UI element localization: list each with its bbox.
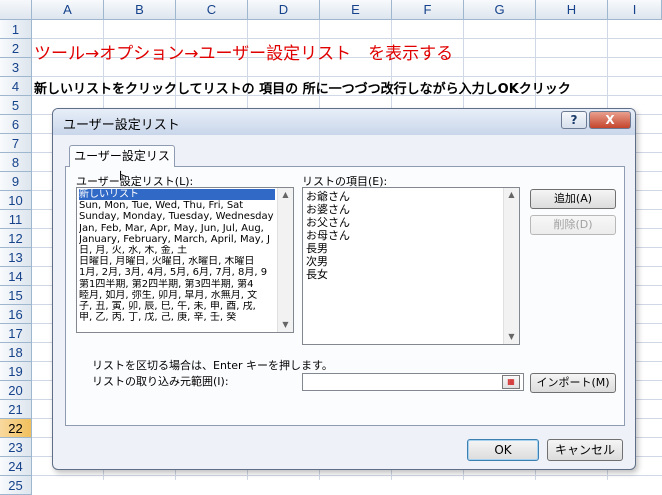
tab-panel: ユーザー設定リスト(L): リストの項目(E): 新しいリスト Sun, Mon,… — [65, 166, 625, 426]
column-header[interactable]: B — [104, 0, 176, 20]
list-item[interactable]: Sunday, Monday, Tuesday, Wednesday — [79, 211, 275, 222]
import-range-input[interactable] — [302, 373, 524, 391]
column-header[interactable]: C — [176, 0, 248, 20]
separator-hint: リストを区切る場合は、Enter キーを押します。 — [92, 359, 333, 372]
entry-line: お父さん — [306, 216, 350, 229]
entry-line: 長女 — [306, 268, 328, 281]
entries-scroll-down-arrow-icon[interactable]: ▼ — [504, 330, 519, 344]
list-entries-textarea[interactable]: お爺さん お婆さん お父さん お母さん 長男 次男 長女 ▲ ▼ — [302, 187, 520, 345]
custom-lists-listbox[interactable]: 新しいリスト Sun, Mon, Tue, Wed, Thu, Fri, Sat S… — [76, 187, 294, 333]
close-button[interactable]: X — [589, 111, 631, 129]
add-button[interactable]: 追加(A) — [530, 189, 616, 209]
row-header[interactable]: 10 — [0, 191, 32, 210]
entries-scroll-up-arrow-icon[interactable]: ▲ — [504, 188, 519, 202]
row-header[interactable]: 5 — [0, 96, 32, 115]
row-header[interactable]: 14 — [0, 267, 32, 286]
row-header[interactable]: 13 — [0, 248, 32, 267]
row-header[interactable]: 2 — [0, 39, 32, 58]
row-header[interactable]: 12 — [0, 229, 32, 248]
row-header[interactable]: 3 — [0, 58, 32, 77]
custom-lists-dialog: ユーザー設定リスト ? X ユーザー設定リスト ユーザー設定リスト(L): リス… — [52, 108, 636, 470]
column-header[interactable]: A — [32, 0, 104, 20]
column-header[interactable]: D — [248, 0, 320, 20]
row-header[interactable]: 7 — [0, 134, 32, 153]
list-item[interactable]: 日曜日, 月曜日, 火曜日, 水曜日, 木曜日 — [79, 256, 275, 267]
column-header[interactable]: G — [464, 0, 536, 20]
row-header[interactable]: 16 — [0, 305, 32, 324]
cell-a2-instruction[interactable]: ツール→オプション→ユーザー設定リスト を表示する — [34, 39, 453, 64]
list-item[interactable]: 睦月, 如月, 弥生, 卯月, 皐月, 水無月, 文 — [79, 290, 275, 301]
column-header[interactable]: F — [392, 0, 464, 20]
import-button[interactable]: インポート(M) — [530, 373, 616, 393]
row-header[interactable]: 15 — [0, 286, 32, 305]
list-item[interactable]: Sun, Mon, Tue, Wed, Thu, Fri, Sat — [79, 200, 275, 211]
ok-button[interactable]: OK — [467, 439, 539, 461]
help-button[interactable]: ? — [561, 111, 587, 129]
list-item[interactable]: 甲, 乙, 丙, 丁, 戊, 己, 庚, 辛, 壬, 癸 — [79, 312, 275, 323]
import-range-label: リストの取り込み元範囲(I): — [92, 375, 229, 388]
row-header[interactable]: 21 — [0, 400, 32, 419]
list-item[interactable]: January, February, March, April, May, J — [79, 234, 275, 245]
row-header[interactable]: 17 — [0, 324, 32, 343]
row-header[interactable]: 23 — [0, 438, 32, 457]
column-header[interactable]: H — [536, 0, 608, 20]
lists-scrollbar[interactable]: ▲ ▼ — [277, 188, 293, 332]
scroll-up-arrow-icon[interactable]: ▲ — [278, 188, 293, 202]
list-item[interactable]: Jan, Feb, Mar, Apr, May, Jun, Jul, Aug, — [79, 223, 275, 234]
entry-line: お爺さん — [306, 190, 350, 203]
select-all-corner[interactable] — [0, 0, 32, 20]
list-item[interactable]: 1月, 2月, 3月, 4月, 5月, 6月, 7月, 8月, 9 — [79, 267, 275, 278]
entry-line: 長男 — [306, 242, 328, 255]
scroll-down-arrow-icon[interactable]: ▼ — [278, 318, 293, 332]
row-header[interactable]: 6 — [0, 115, 32, 134]
column-header[interactable]: E — [320, 0, 392, 20]
entry-line: お母さん — [306, 229, 350, 242]
list-item[interactable]: 子, 丑, 寅, 卯, 辰, 巳, 午, 未, 申, 酉, 戌, — [79, 301, 275, 312]
dialog-title: ユーザー設定リスト — [63, 118, 180, 133]
delete-button[interactable]: 削除(D) — [530, 215, 616, 235]
row-header[interactable]: 1 — [0, 20, 32, 39]
list-item[interactable]: 日, 月, 火, 水, 木, 金, 土 — [79, 245, 275, 256]
entry-line: お婆さん — [306, 203, 350, 216]
row-header[interactable]: 22 — [0, 419, 32, 438]
row-header[interactable]: 24 — [0, 457, 32, 476]
dialog-titlebar[interactable]: ユーザー設定リスト ? X — [53, 109, 635, 135]
range-select-icon[interactable]: ▦ — [502, 375, 520, 389]
list-item[interactable]: 新しいリスト — [79, 189, 275, 200]
row-header[interactable]: 11 — [0, 210, 32, 229]
tab-custom-lists[interactable]: ユーザー設定リスト — [69, 145, 175, 183]
cancel-button[interactable]: キャンセル — [547, 439, 623, 461]
row-header[interactable]: 8 — [0, 153, 32, 172]
row-header[interactable]: 18 — [0, 343, 32, 362]
row-header[interactable]: 4 — [0, 77, 32, 96]
row-header[interactable]: 9 — [0, 172, 32, 191]
column-header[interactable]: I — [608, 0, 662, 20]
entries-scrollbar[interactable]: ▲ ▼ — [503, 188, 519, 344]
row-header[interactable]: 19 — [0, 362, 32, 381]
row-header[interactable]: 20 — [0, 381, 32, 400]
entry-line: 次男 — [306, 255, 328, 268]
list-item[interactable]: 第1四半期, 第2四半期, 第3四半期, 第4 — [79, 279, 275, 290]
row-header[interactable]: 25 — [0, 476, 32, 495]
cell-a4-instruction[interactable]: 新しいリストをクリックしてリストの 項目の 所に一つづつ改行しながら入力しOKク… — [34, 78, 571, 97]
